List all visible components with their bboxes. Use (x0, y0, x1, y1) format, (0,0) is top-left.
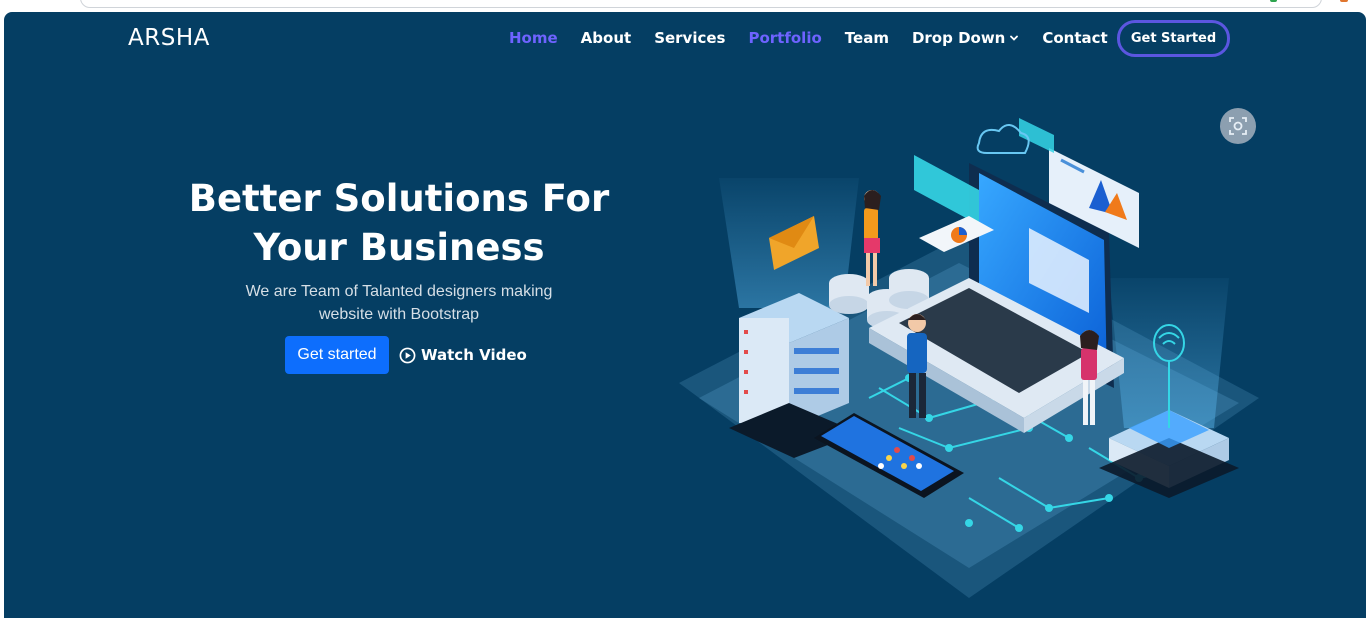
watch-video-label: Watch Video (421, 346, 527, 364)
nav-about[interactable]: About (581, 29, 632, 47)
site-logo[interactable]: ARSHA (128, 25, 210, 51)
get-started-header-button[interactable]: Get Started (1117, 20, 1230, 57)
hero-subtitle: We are Team of Talanted designers making… (214, 280, 584, 326)
page-hero: ARSHA Home About Services Portfolio Team… (4, 12, 1366, 618)
get-started-button[interactable]: Get started (285, 336, 389, 374)
main-nav: Home About Services Portfolio Team Drop … (509, 20, 1131, 56)
nav-home[interactable]: Home (509, 29, 558, 47)
nav-portfolio[interactable]: Portfolio (748, 29, 821, 47)
extension-icon[interactable] (1340, 0, 1348, 2)
hero-title-line1: Better Solutions For (188, 177, 610, 220)
hero-subtitle-line2: website with Bootstrap (318, 306, 480, 323)
hero-title-line2: Your Business (253, 226, 545, 269)
nav-contact[interactable]: Contact (1042, 29, 1107, 47)
chevron-down-icon (1010, 35, 1019, 41)
watch-video-button[interactable]: Watch Video (399, 344, 527, 366)
hero-illustration (679, 118, 1259, 598)
address-bar-edge[interactable] (80, 0, 1322, 8)
play-circle-icon (399, 347, 416, 363)
hero-title: Better Solutions For Your Business (174, 174, 624, 272)
nav-dropdown[interactable]: Drop Down (912, 29, 1019, 47)
nav-services[interactable]: Services (654, 29, 725, 47)
browser-chrome-edge (0, 0, 1366, 12)
nav-dropdown-label: Drop Down (911, 29, 1006, 47)
extension-icon[interactable] (1270, 0, 1277, 2)
hero-subtitle-line1: We are Team of Talanted designers making (245, 283, 553, 300)
nav-team[interactable]: Team (845, 29, 889, 47)
